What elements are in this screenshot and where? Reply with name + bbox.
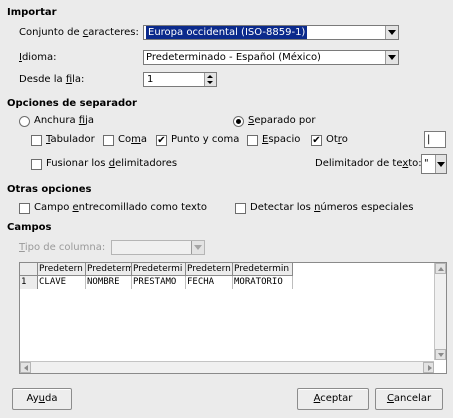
spin-buttons[interactable] bbox=[204, 73, 216, 86]
otro-input[interactable]: | bbox=[424, 131, 446, 148]
otro-label[interactable]: Otro bbox=[326, 134, 348, 145]
table-cell[interactable]: PRESTAMO bbox=[132, 276, 186, 289]
punto-y-coma-label[interactable]: Punto y coma bbox=[171, 134, 239, 145]
delimitador-texto-select[interactable]: " bbox=[421, 154, 447, 174]
table-cell[interactable]: MORATORIO bbox=[233, 276, 293, 289]
chevron-down-icon[interactable] bbox=[435, 155, 446, 173]
arrow-right-icon bbox=[428, 365, 432, 371]
arrow-up-icon bbox=[438, 267, 444, 271]
separado-por-label[interactable]: Separado por bbox=[248, 115, 315, 126]
delimitador-texto-label: Delimitador de texto: bbox=[315, 158, 422, 169]
preview-grid[interactable]: Predetern Predeterm Predetermi Predetern… bbox=[19, 262, 447, 374]
spin-up-icon[interactable] bbox=[207, 75, 213, 78]
coma-label[interactable]: Coma bbox=[118, 134, 147, 145]
campo-entrecomillado-label[interactable]: Campo entrecomillado como texto bbox=[34, 202, 207, 213]
punto-y-coma-checkbox[interactable]: ✔ bbox=[156, 135, 167, 146]
section-campos-heading: Campos bbox=[7, 222, 52, 233]
desde-fila-spinner[interactable]: 1 bbox=[143, 72, 217, 87]
chevron-down-icon[interactable] bbox=[191, 241, 204, 254]
chevron-down-icon[interactable] bbox=[385, 51, 398, 64]
fusionar-delimitadores-checkbox[interactable] bbox=[31, 159, 42, 170]
row-number: 1 bbox=[20, 276, 38, 289]
detectar-numeros-label[interactable]: Detectar los números especiales bbox=[250, 202, 413, 213]
cancelar-button[interactable]: Cancelar bbox=[375, 388, 443, 410]
table-cell[interactable]: NOMBRE bbox=[86, 276, 132, 289]
desde-fila-value: 1 bbox=[147, 74, 154, 85]
idioma-select[interactable]: Predeterminado - Español (México) bbox=[143, 50, 399, 65]
scroll-left-button[interactable] bbox=[20, 362, 31, 373]
column-header[interactable]: Predetern bbox=[38, 263, 86, 276]
charset-label: Conjunto de caracteres: bbox=[19, 27, 139, 38]
fusionar-delimitadores-label[interactable]: Fusionar los delimitadores bbox=[46, 158, 177, 169]
table-cell[interactable]: CLAVE bbox=[38, 276, 86, 289]
spin-down-icon[interactable] bbox=[207, 81, 213, 84]
anchura-fija-label[interactable]: Anchura fija bbox=[34, 115, 94, 126]
column-header[interactable]: Predetern bbox=[186, 263, 233, 276]
desde-fila-label: Desde la fila: bbox=[19, 74, 85, 85]
horizontal-scrollbar[interactable] bbox=[20, 361, 434, 373]
tipo-columna-label: Tipo de columna: bbox=[19, 242, 106, 253]
tipo-columna-select[interactable] bbox=[111, 240, 205, 255]
section-otras-heading: Otras opciones bbox=[7, 184, 92, 195]
arrow-left-icon bbox=[24, 365, 28, 371]
campo-entrecomillado-checkbox[interactable] bbox=[19, 203, 30, 214]
ayuda-button[interactable]: Ayuda bbox=[12, 388, 72, 410]
idioma-value: Predeterminado - Español (México) bbox=[146, 52, 321, 63]
idioma-label: Idioma: bbox=[19, 52, 57, 63]
anchura-fija-radio[interactable] bbox=[19, 116, 30, 127]
vertical-scrollbar[interactable] bbox=[434, 263, 446, 360]
table-cell[interactable]: FECHA bbox=[186, 276, 233, 289]
chevron-down-icon[interactable] bbox=[385, 26, 398, 39]
espacio-checkbox[interactable] bbox=[247, 135, 258, 146]
scroll-down-button[interactable] bbox=[435, 349, 446, 360]
scroll-right-button[interactable] bbox=[423, 362, 434, 373]
espacio-label[interactable]: Espacio bbox=[262, 134, 300, 145]
aceptar-button[interactable]: Aceptar bbox=[297, 388, 369, 410]
column-header[interactable]: Predeterm bbox=[86, 263, 132, 276]
arrow-down-icon bbox=[438, 353, 444, 357]
coma-checkbox[interactable] bbox=[103, 135, 114, 146]
grid-corner bbox=[20, 263, 38, 276]
column-header[interactable]: Predetermin bbox=[233, 263, 293, 276]
section-importar-heading: Importar bbox=[7, 7, 57, 18]
detectar-numeros-checkbox[interactable] bbox=[235, 203, 246, 214]
otro-checkbox[interactable]: ✔ bbox=[311, 135, 322, 146]
separado-por-radio[interactable] bbox=[233, 116, 244, 127]
delimitador-texto-value: " bbox=[424, 158, 429, 169]
tabulador-label[interactable]: Tabulador bbox=[46, 134, 95, 145]
section-separador-heading: Opciones de separador bbox=[7, 98, 137, 109]
charset-select[interactable]: Europa occidental (ISO-8859-1) bbox=[143, 25, 399, 40]
column-header[interactable]: Predetermi bbox=[132, 263, 186, 276]
scroll-up-button[interactable] bbox=[435, 263, 446, 274]
tabulador-checkbox[interactable] bbox=[31, 135, 42, 146]
charset-value: Europa occidental (ISO-8859-1) bbox=[146, 26, 308, 39]
